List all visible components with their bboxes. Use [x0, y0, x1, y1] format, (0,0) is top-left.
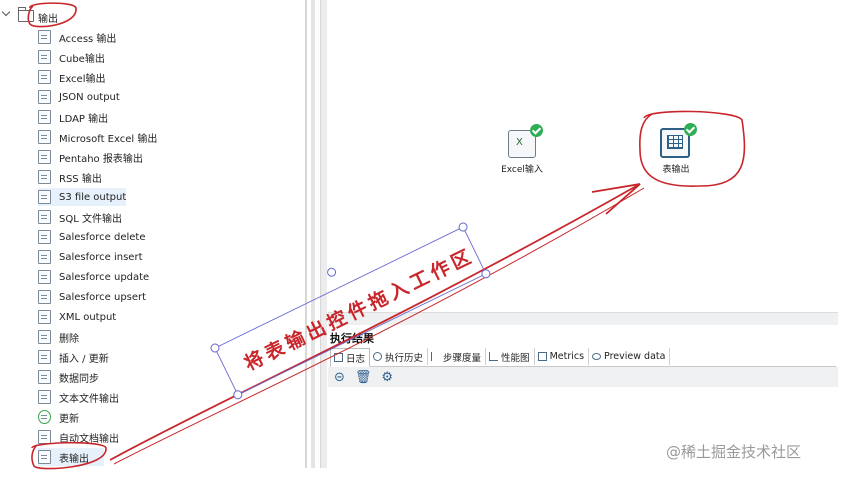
rotate-handle [327, 267, 337, 277]
annotation-text: 将表输出控件拖入工作区 [240, 244, 477, 376]
annotation-overlay: 将表输出控件拖入工作区 [27, 2, 746, 470]
highlight-canvas-step [639, 110, 746, 187]
highlight-root-circle [27, 2, 77, 28]
drag-arrow [109, 183, 641, 461]
resize-handle [233, 390, 243, 400]
watermark: @稀土掘金技术社区 [666, 443, 802, 461]
resize-handle [210, 343, 220, 353]
resize-handle [458, 222, 468, 232]
highlight-table-output-item [31, 441, 107, 470]
